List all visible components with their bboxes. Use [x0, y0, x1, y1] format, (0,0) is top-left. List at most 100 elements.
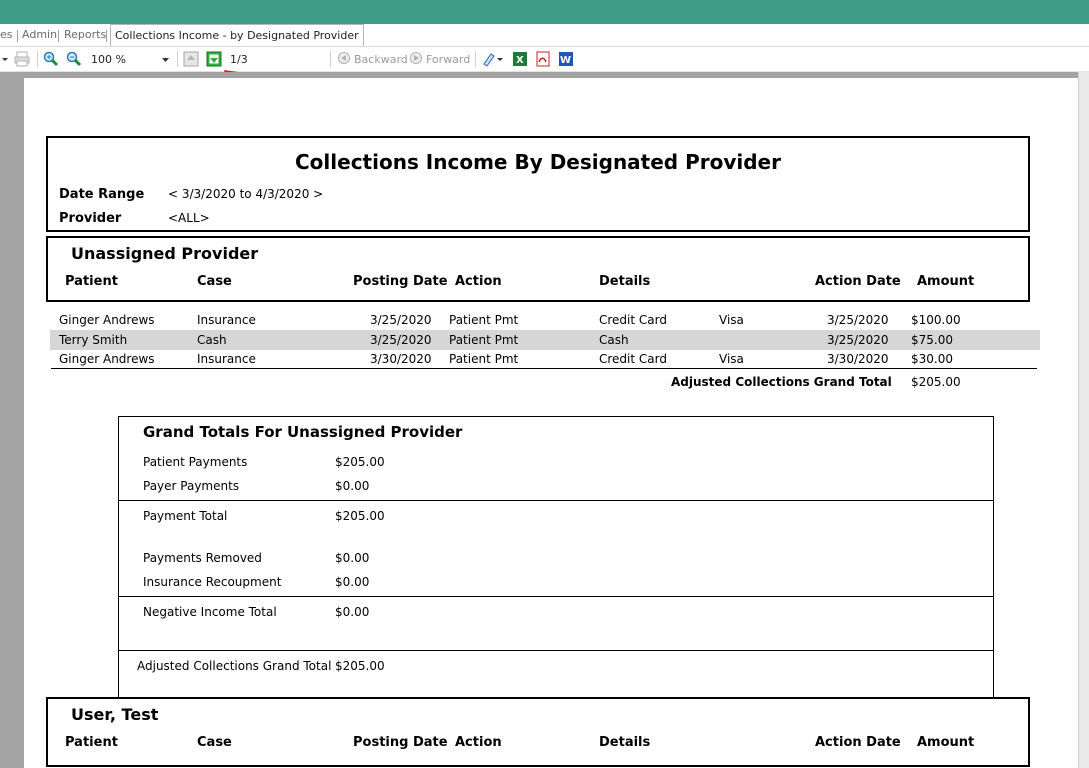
- tab-collections-income[interactable]: Collections Income - by Designated Provi…: [110, 24, 364, 46]
- cell-action-date: 3/30/2020: [827, 352, 889, 366]
- divider: [119, 500, 993, 501]
- payments-removed-value: $0.00: [335, 551, 370, 565]
- table-row: Ginger Andrews Insurance 3/25/2020 Patie…: [50, 310, 1040, 330]
- group-header-user-test: User, Test Patient Case Posting Date Act…: [46, 697, 1030, 767]
- dropdown-arrow-icon[interactable]: [2, 51, 8, 67]
- adjusted-grand-total-value: $205.00: [911, 375, 961, 389]
- vertical-scrollbar[interactable]: [1078, 72, 1089, 768]
- svg-text:X: X: [516, 55, 524, 66]
- cell-details: Cash: [599, 333, 629, 347]
- divider: [119, 650, 993, 651]
- patient-payments-label: Patient Payments: [143, 455, 248, 469]
- highlight-icon[interactable]: [482, 51, 504, 67]
- cell-amount: $30.00: [911, 352, 953, 366]
- report-viewer[interactable]: Collections Income By Designated Provide…: [0, 72, 1089, 768]
- forward-button[interactable]: Forward: [409, 51, 470, 67]
- group-title: Unassigned Provider: [71, 244, 259, 263]
- column-header-details: Details: [599, 735, 651, 750]
- column-header-case: Case: [197, 274, 232, 289]
- pdf-export-icon[interactable]: [535, 51, 551, 67]
- app-title-bar: [0, 0, 1089, 24]
- column-header-posting-date: Posting Date: [353, 274, 448, 289]
- cell-action-date: 3/25/2020: [827, 313, 889, 327]
- cell-details-2: Visa: [719, 352, 744, 366]
- print-icon[interactable]: [14, 51, 30, 67]
- column-header-amount: Amount: [917, 735, 975, 750]
- cell-patient: Ginger Andrews: [59, 313, 155, 327]
- cell-patient: Terry Smith: [59, 333, 128, 347]
- forward-label: Forward: [426, 52, 471, 66]
- cell-action: Patient Pmt: [449, 352, 519, 366]
- column-header-patient: Patient: [65, 274, 118, 289]
- toolbar-divider: [177, 51, 178, 67]
- backward-icon: [337, 51, 351, 68]
- forward-icon: [409, 51, 423, 68]
- adjusted-grand-total-label: Adjusted Collections Grand Total: [671, 375, 892, 389]
- grand-totals-box: Grand Totals For Unassigned Provider Pat…: [118, 416, 994, 698]
- backward-button[interactable]: Backward: [337, 51, 408, 67]
- tab-divider: [17, 30, 18, 42]
- column-header-action-date: Action Date: [815, 735, 901, 750]
- tab-es[interactable]: es: [0, 28, 13, 41]
- payment-total-label: Payment Total: [143, 509, 228, 523]
- provider-label: Provider: [59, 211, 122, 226]
- column-header-posting-date: Posting Date: [353, 735, 448, 750]
- column-header-patient: Patient: [65, 735, 118, 750]
- excel-export-icon[interactable]: X: [512, 51, 528, 67]
- payments-removed-label: Payments Removed: [143, 551, 262, 565]
- group-title: User, Test: [71, 705, 159, 724]
- column-header-details: Details: [599, 274, 651, 289]
- insurance-recoupment-value: $0.00: [335, 575, 370, 589]
- adjusted-collections-label: Adjusted Collections Grand Total: [137, 659, 332, 673]
- cell-details: Credit Card: [599, 352, 667, 366]
- report-page: Collections Income By Designated Provide…: [24, 78, 1078, 768]
- zoom-select[interactable]: 100 %: [91, 51, 126, 67]
- backward-label: Backward: [354, 52, 408, 66]
- cell-action: Patient Pmt: [449, 313, 519, 327]
- date-range-label: Date Range: [59, 187, 145, 202]
- tab-strip: es Admin Reports Collections Income - by…: [0, 24, 1089, 47]
- cell-patient: Ginger Andrews: [59, 352, 155, 366]
- patient-payments-value: $205.00: [335, 455, 385, 469]
- grand-totals-provider: Unassigned Provider: [287, 423, 463, 441]
- first-page-icon[interactable]: [183, 51, 199, 67]
- column-header-amount: Amount: [917, 274, 975, 289]
- column-header-action-date: Action Date: [815, 274, 901, 289]
- report-header-box: Collections Income By Designated Provide…: [46, 136, 1030, 232]
- zoom-out-icon[interactable]: [66, 51, 82, 67]
- tab-divider: [58, 30, 59, 42]
- table-row: Ginger Andrews Insurance 3/30/2020 Patie…: [50, 349, 1040, 369]
- page-indicator[interactable]: 1/3: [230, 51, 248, 67]
- cell-amount: $100.00: [911, 313, 961, 327]
- tab-admin[interactable]: Admin: [22, 28, 57, 41]
- insurance-recoupment-label: Insurance Recoupment: [143, 575, 282, 589]
- column-header-action: Action: [455, 274, 502, 289]
- next-page-icon[interactable]: [206, 51, 222, 67]
- table-row: Terry Smith Cash 3/25/2020 Patient Pmt C…: [50, 330, 1040, 350]
- cell-action-date: 3/25/2020: [827, 333, 889, 347]
- cell-details: Credit Card: [599, 313, 667, 327]
- zoom-in-icon[interactable]: [43, 51, 59, 67]
- tab-divider: [106, 30, 107, 42]
- chevron-down-icon[interactable]: [162, 51, 170, 67]
- column-header-action: Action: [455, 735, 502, 750]
- cell-case: Insurance: [197, 352, 256, 366]
- toolbar-divider: [330, 51, 331, 67]
- grand-totals-heading: Grand Totals For: [143, 423, 282, 441]
- provider-value: <ALL>: [168, 211, 210, 225]
- negative-income-label: Negative Income Total: [143, 605, 277, 619]
- divider: [119, 596, 993, 597]
- tab-reports[interactable]: Reports: [64, 28, 106, 41]
- cell-posting-date: 3/25/2020: [370, 313, 432, 327]
- negative-income-value: $0.00: [335, 605, 370, 619]
- payer-payments-value: $0.00: [335, 479, 370, 493]
- adjusted-collections-value: $205.00: [335, 659, 385, 673]
- cell-case: Insurance: [197, 313, 256, 327]
- cell-action: Patient Pmt: [449, 333, 519, 347]
- svg-text:W: W: [560, 55, 571, 66]
- cell-details-2: Visa: [719, 313, 744, 327]
- date-range-value: < 3/3/2020 to 4/3/2020 >: [168, 187, 324, 201]
- word-export-icon[interactable]: W: [558, 51, 574, 67]
- cell-posting-date: 3/25/2020: [370, 333, 432, 347]
- payment-total-value: $205.00: [335, 509, 385, 523]
